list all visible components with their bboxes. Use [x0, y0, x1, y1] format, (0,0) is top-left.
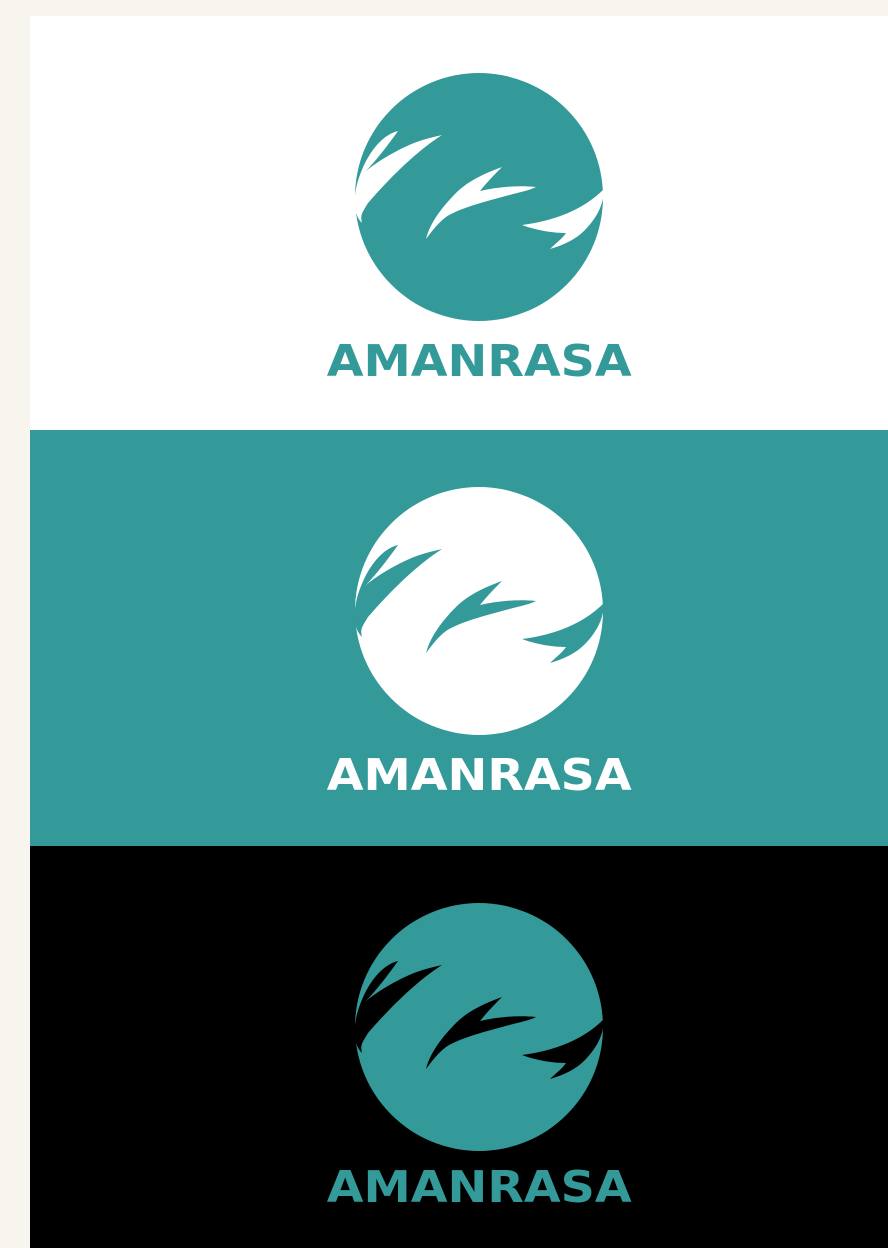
logo-panel-dark: AMANRASA [30, 846, 888, 1248]
brand-wordmark: AMANRASA [326, 750, 632, 801]
logo-panel-light: AMANRASA [30, 16, 888, 430]
leaf-sprig-circle-icon [354, 487, 604, 735]
leaf-sprig-circle-icon [354, 73, 604, 321]
brand-wordmark: AMANRASA [326, 1162, 632, 1213]
brand-wordmark: AMANRASA [326, 336, 632, 387]
logo-panel-teal: AMANRASA [30, 430, 888, 846]
wordmark-container: AMANRASA [30, 338, 888, 386]
wordmark-container: AMANRASA [30, 752, 888, 800]
wordmark-container: AMANRASA [30, 1164, 888, 1212]
leaf-sprig-circle-icon [354, 903, 604, 1151]
